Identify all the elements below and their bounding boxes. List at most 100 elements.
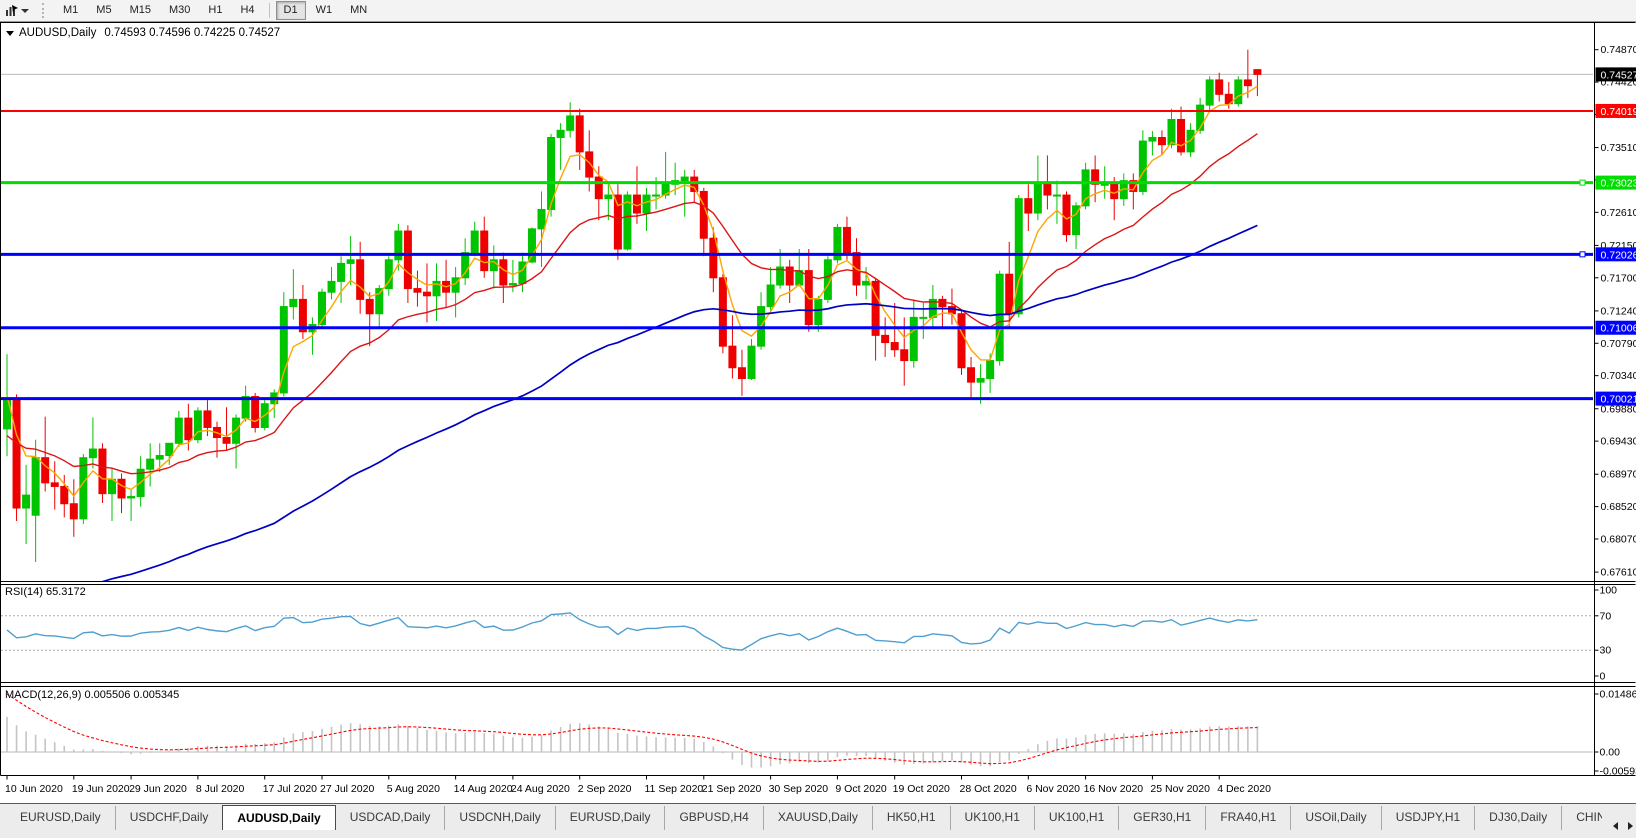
candle	[1178, 120, 1185, 152]
chart-tab-UK100-H1[interactable]: UK100,H1	[950, 806, 1034, 830]
timeframe-button-H4[interactable]: H4	[232, 1, 262, 20]
candle	[1015, 199, 1022, 314]
candle	[996, 274, 1003, 360]
pointer-tool-button[interactable]	[0, 1, 33, 20]
price-badge-0.74019: 0.74019	[1596, 104, 1636, 118]
chart-tab-USDJPY-H1[interactable]: USDJPY,H1	[1381, 806, 1474, 830]
candle	[1254, 70, 1261, 75]
scroll-left-icon[interactable]	[1613, 822, 1618, 830]
candle	[691, 177, 698, 191]
rsi-line	[7, 613, 1257, 650]
candle	[471, 231, 478, 253]
chart-tab-AUDUSD-Daily[interactable]: AUDUSD,Daily	[222, 805, 335, 830]
svg-text:30: 30	[1600, 645, 1612, 657]
scroll-right-icon[interactable]	[1628, 822, 1633, 830]
timeframe-button-M15[interactable]: M15	[122, 1, 159, 20]
chart-tab-USDCHF-Daily[interactable]: USDCHF,Daily	[115, 806, 223, 830]
chart-tab-XAUUSD-Daily[interactable]: XAUUSD,Daily	[763, 806, 872, 830]
chart-tab-EURUSD-Daily[interactable]: EURUSD,Daily	[6, 806, 115, 830]
candle	[500, 260, 507, 285]
svg-text:9 Oct 2020: 9 Oct 2020	[835, 783, 887, 795]
candle	[1082, 170, 1089, 206]
candle	[185, 418, 192, 440]
svg-text:11 Sep 2020: 11 Sep 2020	[645, 783, 704, 795]
price-chart[interactable]: 0.748700.744200.739700.735100.730600.726…	[0, 22, 1636, 804]
candle	[595, 177, 602, 199]
chart-tab-GER30-H1[interactable]: GER30,H1	[1118, 806, 1205, 830]
timeframe-button-W1[interactable]: W1	[308, 1, 341, 20]
chart-tab-USDCNH-Daily[interactable]: USDCNH,Daily	[444, 806, 554, 830]
chart-tab-FRA40-H1[interactable]: FRA40,H1	[1205, 806, 1290, 830]
chart-tab-UK100-H1[interactable]: UK100,H1	[1034, 806, 1118, 830]
chart-tab-GBPUSD-H4[interactable]: GBPUSD,H4	[664, 806, 762, 830]
candle	[357, 260, 364, 300]
candle	[1158, 137, 1165, 144]
timeframe-button-D1[interactable]: D1	[276, 1, 306, 20]
timeframe-button-M30[interactable]: M30	[161, 1, 198, 20]
candle	[910, 317, 917, 360]
svg-text:16 Nov 2020: 16 Nov 2020	[1084, 783, 1144, 795]
candle	[481, 231, 488, 271]
timeframe-button-H1[interactable]: H1	[200, 1, 230, 20]
chart-symbol-label: AUDUSD,Daily	[19, 27, 96, 39]
candle	[42, 458, 49, 483]
candle	[863, 281, 870, 285]
svg-text:17 Jul 2020: 17 Jul 2020	[263, 783, 317, 795]
price-badge-0.72026: 0.72026	[1596, 247, 1636, 261]
candle	[1044, 184, 1051, 195]
timeframe-button-M1[interactable]: M1	[55, 1, 86, 20]
candle	[843, 227, 850, 252]
candle	[70, 504, 77, 519]
top-toolbar: M1M5M15M30H1H4 D1W1MN	[0, 0, 1636, 22]
svg-text:4 Dec 2020: 4 Dec 2020	[1217, 783, 1271, 795]
candle	[462, 253, 469, 278]
candle	[786, 267, 793, 285]
svg-text:24 Aug 2020: 24 Aug 2020	[511, 783, 570, 795]
svg-text:0.74870: 0.74870	[1601, 44, 1636, 56]
candle	[1034, 184, 1041, 213]
svg-text:0.014861: 0.014861	[1600, 689, 1636, 701]
line-handle[interactable]	[1580, 180, 1585, 185]
collapse-arrow-icon[interactable]	[6, 31, 14, 36]
candle	[1053, 195, 1060, 196]
chart-tab-EURUSD-Daily[interactable]: EURUSD,Daily	[555, 806, 665, 830]
candle	[1063, 195, 1070, 235]
svg-text:0.74019: 0.74019	[1601, 106, 1636, 118]
chart-tab-USOil-Daily[interactable]: USOil,Daily	[1290, 806, 1380, 830]
timeframe-button-M5[interactable]: M5	[88, 1, 119, 20]
candle	[80, 458, 87, 519]
candle	[1216, 80, 1223, 94]
candle	[643, 195, 650, 213]
candle	[61, 486, 68, 503]
chart-tab-DJ30-Daily[interactable]: DJ30,Daily	[1474, 806, 1561, 830]
svg-text:100: 100	[1600, 585, 1618, 597]
candle	[738, 368, 745, 379]
candle	[1025, 199, 1032, 213]
chart-tab-HK50-H1[interactable]: HK50,H1	[872, 806, 950, 830]
candle	[748, 346, 755, 378]
toolbar-grip[interactable]	[42, 3, 47, 18]
candle	[968, 368, 975, 382]
candle	[147, 459, 154, 469]
chart-tab-USDCAD-Daily[interactable]: USDCAD,Daily	[336, 806, 445, 830]
svg-text:29 Jun 2020: 29 Jun 2020	[129, 783, 187, 795]
chart-tabs: EURUSD,DailyUSDCHF,DailyAUDUSD,DailyUSDC…	[0, 804, 1602, 830]
svg-text:28 Oct 2020: 28 Oct 2020	[960, 783, 1017, 795]
candle	[1235, 80, 1242, 104]
svg-text:0.72026: 0.72026	[1601, 249, 1636, 261]
candle	[576, 116, 583, 152]
candle	[1006, 274, 1013, 314]
candle	[614, 195, 621, 249]
timeframe-button-MN[interactable]: MN	[342, 1, 375, 20]
date-axis: 10 Jun 202019 Jun 202029 Jun 20208 Jul 2…	[5, 776, 1271, 796]
candle	[681, 177, 688, 181]
candle	[13, 400, 20, 508]
candle	[51, 483, 58, 487]
candle	[882, 335, 889, 342]
chart-ohlc-values: 0.74593 0.74596 0.74225 0.74527	[104, 27, 280, 39]
svg-text:14 Aug 2020: 14 Aug 2020	[454, 783, 513, 795]
line-handle[interactable]	[1580, 252, 1585, 257]
candle	[557, 130, 564, 137]
svg-text:2 Sep 2020: 2 Sep 2020	[578, 783, 632, 795]
chart-tab-CHINA300-H1[interactable]: CHINA300,H1	[1561, 806, 1602, 830]
